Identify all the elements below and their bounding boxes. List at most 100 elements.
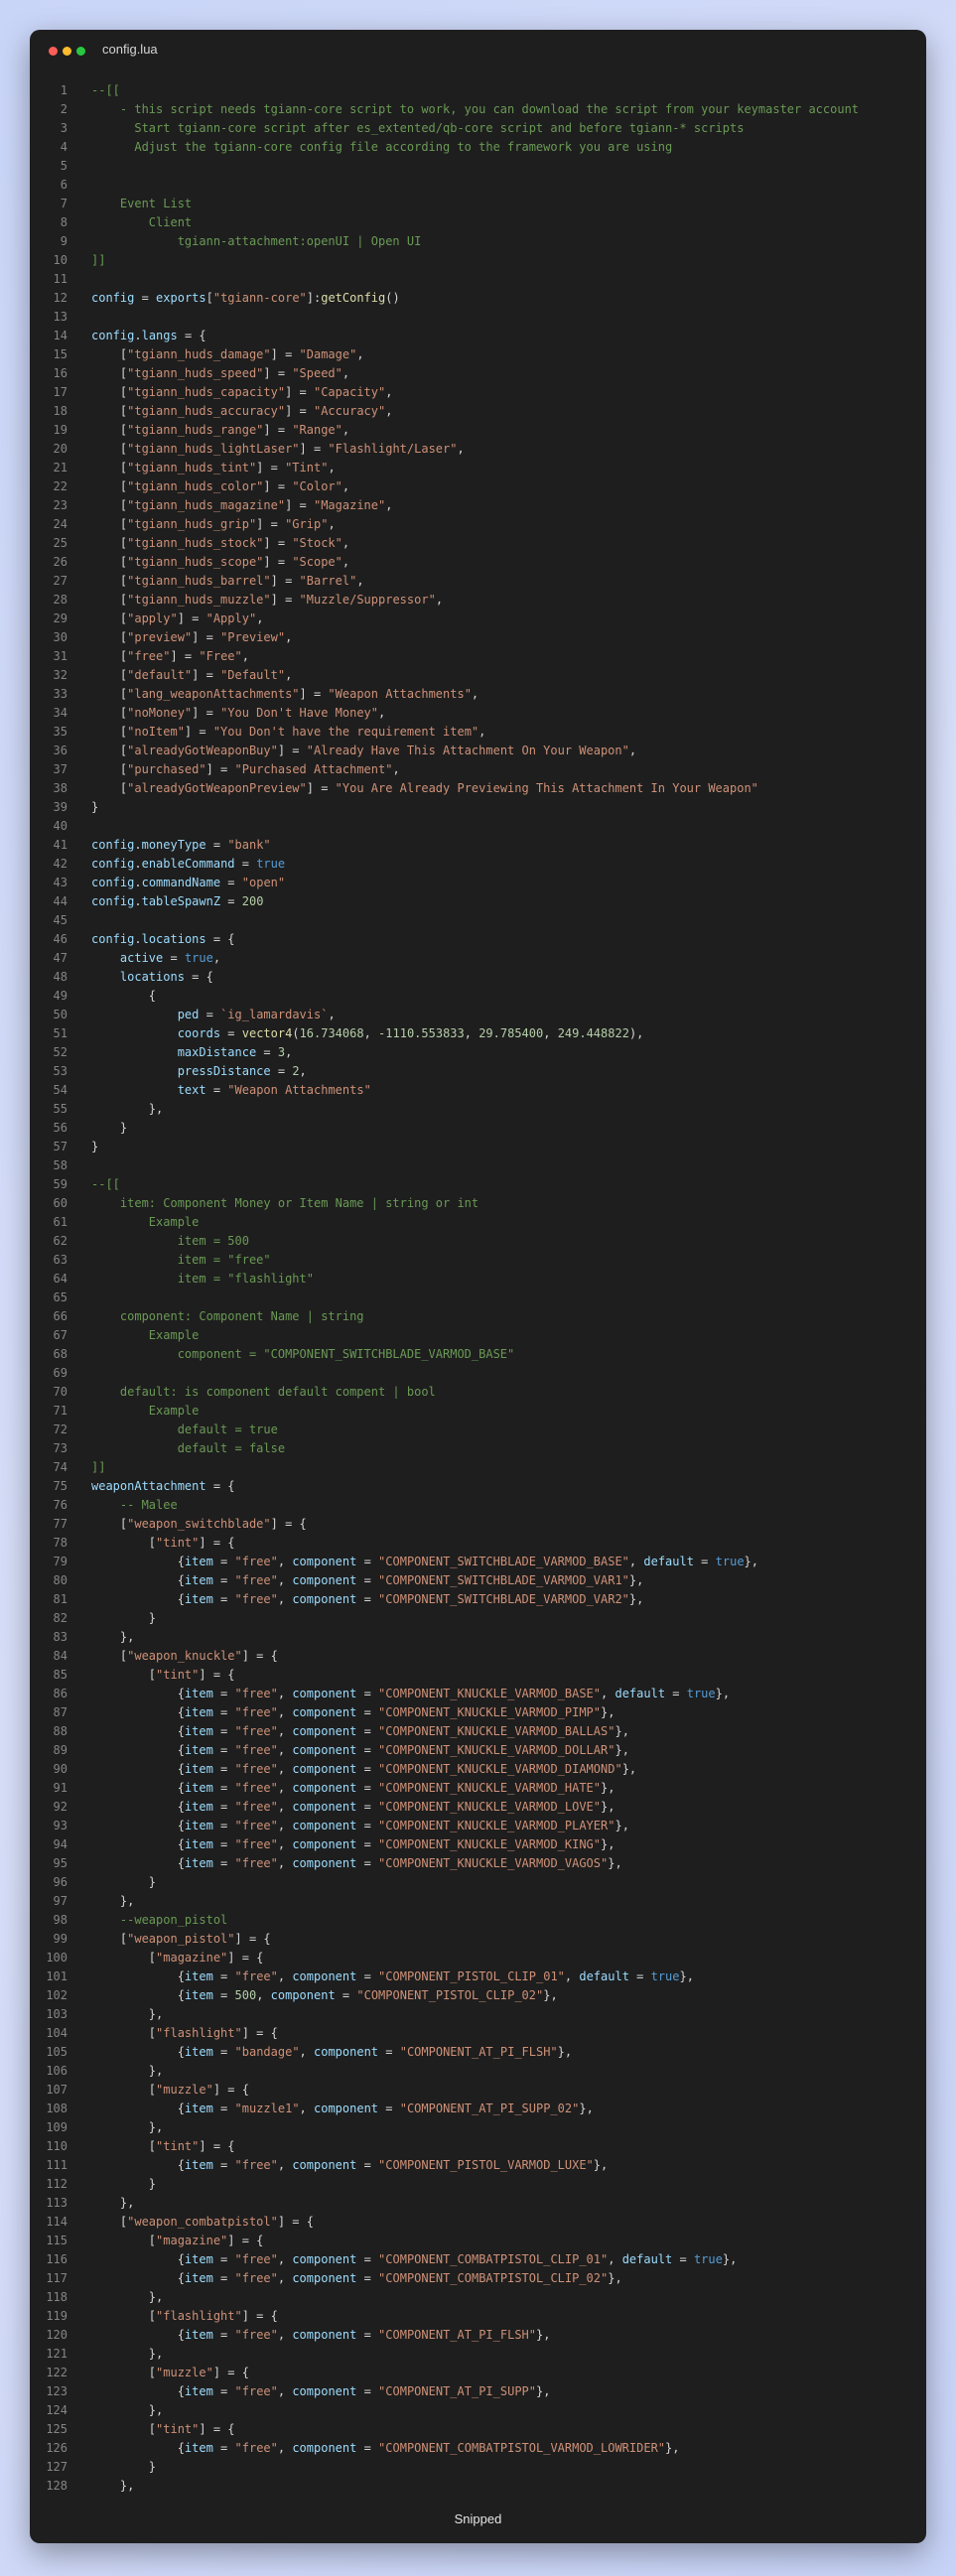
code-line: 7 Event List	[30, 195, 926, 213]
code-token: "COMPONENT_COMBATPISTOL_VARMOD_LOWRIDER"	[378, 2441, 666, 2455]
code-token: "tgiann_huds_accuracy"	[127, 404, 286, 418]
code-token: item: Component Money or Item Name | str…	[91, 1196, 479, 1210]
line-source: {item = "free", component = "COMPONENT_K…	[91, 1722, 629, 1741]
line-source: {item = "free", component = "COMPONENT_S…	[91, 1553, 758, 1571]
code-token: "tgiann_huds_stock"	[127, 536, 264, 550]
code-line: 48 locations = {	[30, 968, 926, 987]
code-token: "tint"	[156, 2139, 200, 2153]
line-number: 20	[53, 442, 68, 456]
code-token: ,	[341, 479, 350, 493]
line-number: 29	[53, 611, 68, 625]
line-number: 79	[53, 1555, 68, 1568]
line-number: 105	[46, 2045, 68, 2059]
line-source: ["weapon_combatpistol"] = {	[91, 2213, 314, 2232]
code-token: ] = {	[212, 2366, 249, 2379]
line-source: ["purchased"] = "Purchased Attachment",	[91, 760, 400, 779]
line-number: 78	[53, 1536, 68, 1550]
line-number: 90	[53, 1762, 68, 1776]
line-source: ["apply"] = "Apply",	[91, 610, 264, 628]
code-token: Example	[91, 1328, 200, 1342]
line-source: {item = "free", component = "COMPONENT_K…	[91, 1817, 629, 1835]
line-number: 22	[53, 479, 68, 493]
code-token: .	[134, 932, 142, 946]
line-source: component: Component Name | string	[91, 1307, 364, 1326]
code-token: ] =	[184, 725, 213, 739]
line-number: 62	[53, 1234, 68, 1248]
line-number: 103	[46, 2007, 68, 2021]
line-source: },	[91, 2345, 163, 2364]
code-token: ] = {	[199, 1668, 235, 1682]
line-source: ["flashlight"] = {	[91, 2307, 278, 2326]
line-number: 89	[53, 1743, 68, 1757]
line-number: 56	[53, 1121, 68, 1135]
code-line: 110 ["tint"] = {	[30, 2137, 926, 2156]
code-token: Start tgiann-core script after es_extent…	[91, 121, 745, 135]
line-number: 85	[53, 1668, 68, 1682]
line-source: pressDistance = 2,	[91, 1062, 307, 1081]
line-source: ["alreadyGotWeaponBuy"] = "Already Have …	[91, 742, 636, 760]
code-token: =	[665, 1687, 687, 1700]
code-token: "Grip"	[285, 517, 329, 531]
code-token: item	[184, 1592, 213, 1606]
code-token: ]]	[91, 1460, 106, 1474]
code-token: component = "COMPONENT_SWITCHBLADE_VARMO…	[91, 1347, 515, 1361]
close-window-button[interactable]	[49, 47, 58, 56]
line-number: 86	[53, 1687, 68, 1700]
line-source: tgiann-attachment:openUI | Open UI	[91, 232, 422, 251]
code-token: item	[184, 1781, 213, 1795]
code-token: "flashlight"	[156, 2026, 242, 2040]
code-token: "You Don't Have Money"	[220, 706, 379, 720]
code-token: {	[91, 2271, 185, 2285]
code-token: ,	[277, 1705, 293, 1719]
line-number: 115	[46, 2234, 68, 2247]
line-source: ["tint"] = {	[91, 2137, 235, 2156]
minimize-window-button[interactable]	[63, 47, 71, 56]
code-token: =	[356, 1705, 379, 1719]
code-line: 103 },	[30, 2005, 926, 2024]
code-token: ,	[277, 1592, 293, 1606]
line-source: {item = "free", component = "COMPONENT_C…	[91, 2269, 622, 2288]
line-source: ["tgiann_huds_tint"] = "Tint",	[91, 459, 336, 477]
line-number: 51	[53, 1026, 68, 1040]
code-token: ,	[328, 517, 336, 531]
code-token: - this script needs tgiann-core script t…	[91, 102, 860, 116]
code-token: "tgiann_huds_magazine"	[127, 498, 286, 512]
code-token: default	[643, 1555, 694, 1568]
code-token: =	[212, 2328, 235, 2342]
code-token: ] =	[285, 385, 314, 399]
line-number: 59	[53, 1177, 68, 1191]
code-token: "magazine"	[156, 1951, 228, 1965]
code-line: 25 ["tgiann_huds_stock"] = "Stock",	[30, 534, 926, 553]
code-token: },	[91, 2403, 164, 2417]
line-source: {item = "free", component = "COMPONENT_K…	[91, 1703, 615, 1722]
code-line: 91 {item = "free", component = "COMPONEN…	[30, 1779, 926, 1798]
code-line: 22 ["tgiann_huds_color"] = "Color",	[30, 477, 926, 496]
code-token: =	[212, 1988, 235, 2002]
line-source: ]]	[91, 251, 105, 270]
code-line: 69	[30, 1364, 926, 1383]
code-token: [	[91, 2309, 157, 2323]
line-number: 97	[53, 1894, 68, 1908]
code-token: ,	[277, 2271, 293, 2285]
code-token: =	[212, 2271, 235, 2285]
code-token: ,	[277, 1969, 293, 1983]
code-token: [	[91, 706, 128, 720]
code-token: =	[212, 1762, 235, 1776]
code-line: 87 {item = "free", component = "COMPONEN…	[30, 1703, 926, 1722]
code-token: },	[715, 1687, 731, 1700]
maximize-window-button[interactable]	[76, 47, 85, 56]
code-token: "muzzle1"	[234, 2101, 300, 2115]
code-token: =	[693, 1555, 716, 1568]
code-token: =	[212, 1743, 235, 1757]
code-token: ] =	[263, 366, 293, 380]
code-line: 128 },	[30, 2477, 926, 2496]
line-number: 104	[46, 2026, 68, 2040]
code-line: 73 default = false	[30, 1439, 926, 1458]
code-token: component	[270, 1988, 336, 2002]
code-token: =	[356, 1837, 379, 1851]
code-token: item	[184, 2328, 213, 2342]
code-token: ] =	[299, 687, 329, 701]
code-token: "free"	[234, 1592, 278, 1606]
code-token: "free"	[234, 1687, 278, 1700]
code-token: {	[91, 1555, 185, 1568]
